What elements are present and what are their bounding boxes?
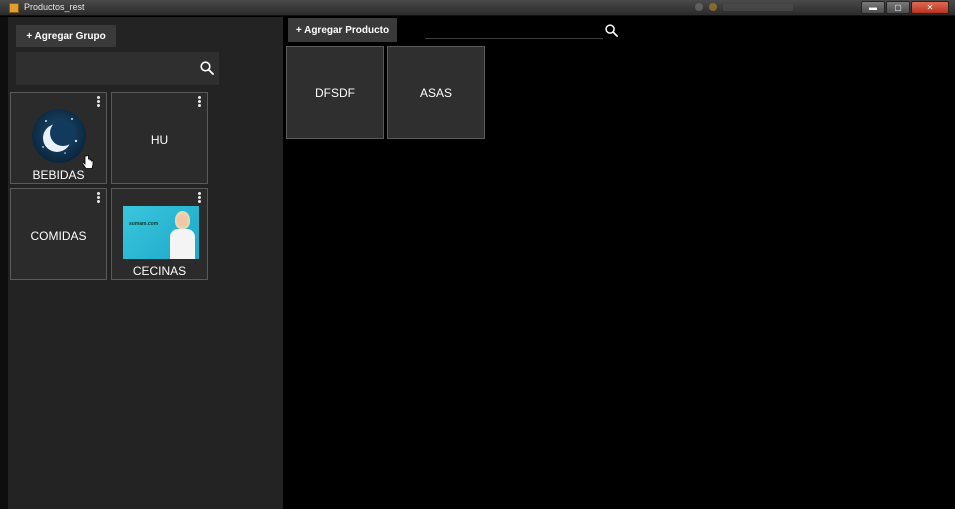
group-label: HU <box>150 133 169 147</box>
more-options-icon[interactable] <box>198 96 201 108</box>
group-tile[interactable]: HU <box>111 92 208 184</box>
moon-night-image <box>32 109 86 163</box>
more-options-icon[interactable] <box>97 192 100 204</box>
more-options-icon[interactable] <box>198 192 201 204</box>
add-product-button[interactable]: + Agregar Producto <box>288 18 397 42</box>
more-options-icon[interactable] <box>97 96 100 108</box>
maximize-button[interactable]: ▢ <box>886 1 910 14</box>
close-button[interactable]: ✕ <box>911 1 949 14</box>
image-brand-text: sumam.com <box>129 221 159 227</box>
title-bar[interactable]: Productos_rest ▬ ▢ ✕ <box>0 0 955 16</box>
tray-icon <box>709 3 717 11</box>
tray-text <box>723 3 793 11</box>
group-tile[interactable]: sumam.com CECINAS <box>111 188 208 280</box>
tray-icon <box>695 3 703 11</box>
group-tile[interactable]: COMIDAS <box>10 188 107 280</box>
group-label: CECINAS <box>132 264 187 278</box>
group-label: COMIDAS <box>30 229 87 243</box>
group-search-input[interactable] <box>16 52 219 85</box>
app-window: Productos_rest ▬ ▢ ✕ + Agregar Grupo BEB… <box>0 0 955 509</box>
minimize-button[interactable]: ▬ <box>861 1 885 14</box>
window-controls: ▬ ▢ ✕ <box>861 1 949 14</box>
window-edge <box>0 17 8 509</box>
add-group-button[interactable]: + Agregar Grupo <box>16 25 116 47</box>
window-title: Productos_rest <box>24 2 85 12</box>
woman-advertisement-image: sumam.com <box>123 206 199 259</box>
product-search-input[interactable] <box>425 21 603 39</box>
search-icon[interactable] <box>605 24 618 37</box>
groups-panel: + Agregar Grupo BEBIDAS HU COMIDAS sumam… <box>8 17 283 509</box>
search-icon[interactable] <box>200 61 214 75</box>
app-icon <box>9 3 19 13</box>
product-tile[interactable]: DFSDF <box>286 46 384 139</box>
tray-icons <box>695 3 793 11</box>
hand-cursor-icon <box>82 155 94 169</box>
product-tile[interactable]: ASAS <box>387 46 485 139</box>
